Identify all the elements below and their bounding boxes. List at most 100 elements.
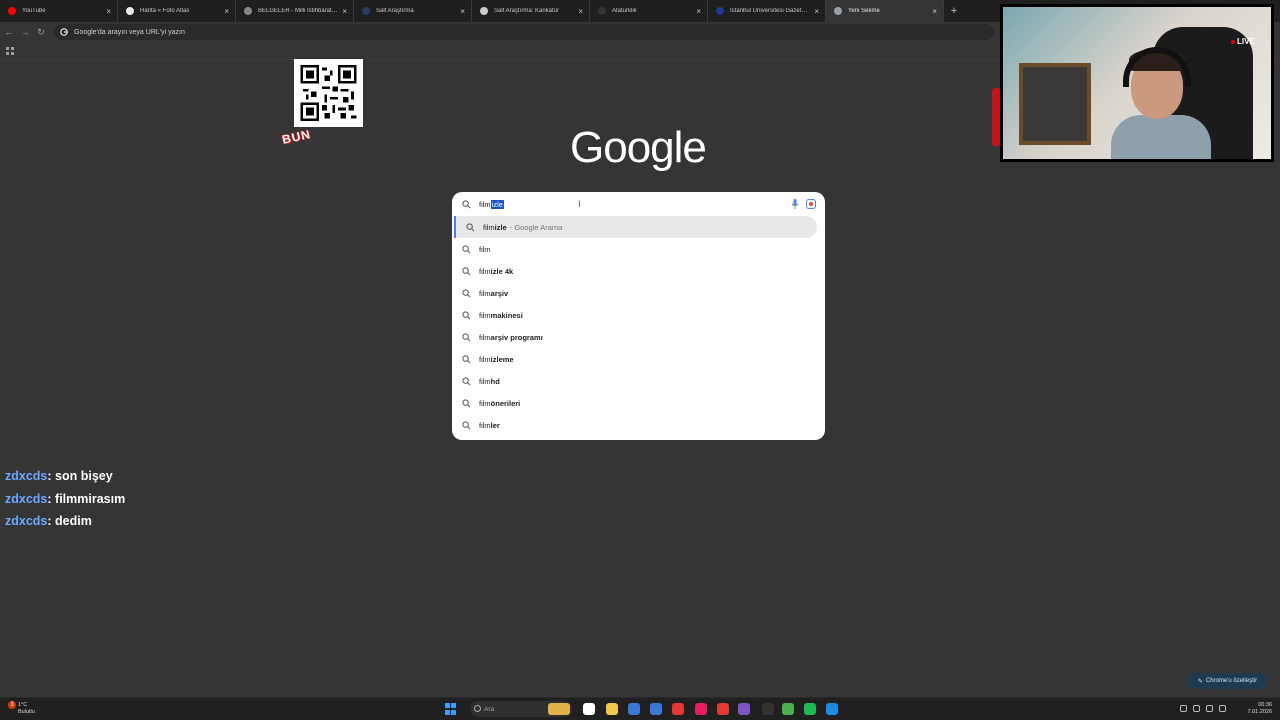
store-icon[interactable] — [628, 703, 640, 715]
weather-temp: 1°C — [18, 702, 28, 708]
tab-close-icon[interactable]: × — [106, 7, 111, 16]
tab-4[interactable]: Salt Araştırma: Karikatür × — [472, 0, 590, 22]
customize-chrome-button[interactable]: ✎ Chrome'u özelleştir — [1188, 673, 1267, 689]
typed-selection: izle — [490, 199, 504, 209]
tab-3[interactable]: Salt Araştırma × — [354, 0, 472, 22]
whatsapp-icon[interactable] — [782, 703, 794, 715]
chat-user: zdxcds — [5, 469, 48, 483]
omnibox-placeholder: Google'da arayın veya URL'yi yazın — [74, 28, 185, 36]
suggestion-item[interactable]: film arşiv programı — [452, 326, 825, 348]
microphone-icon[interactable] — [791, 199, 799, 209]
chalkboard — [1019, 63, 1091, 145]
search-icon — [462, 376, 471, 385]
suggestion-base: film — [479, 266, 491, 276]
tab-title: BELGELER - Milli İstihbarat Teşk — [258, 8, 339, 14]
suggestion-base: film — [483, 222, 495, 232]
steam-icon[interactable] — [826, 703, 838, 715]
reload-icon[interactable]: ↻ — [34, 25, 48, 39]
suggestion-base: film — [479, 376, 491, 386]
tab-close-icon[interactable]: × — [460, 7, 465, 16]
tab-7[interactable]: Yeni Sekme × — [826, 0, 944, 22]
suggestion-base: film — [479, 310, 491, 320]
suggestion-item[interactable]: film arşiv — [452, 282, 825, 304]
tab-close-icon[interactable]: × — [814, 7, 819, 16]
chat-text: : dedim — [47, 514, 92, 528]
file-explorer-icon[interactable] — [606, 703, 618, 715]
search-icon — [462, 398, 471, 407]
suggestion-item[interactable]: film önerileri — [452, 392, 825, 414]
overlay-sticker: BUN — [280, 127, 313, 147]
suggestion-item[interactable]: film hd — [452, 370, 825, 392]
tab-5[interactable]: Ataturklik × — [590, 0, 708, 22]
suggestion-item[interactable]: film izle 4k — [452, 260, 825, 282]
task-view-icon[interactable] — [583, 703, 595, 715]
suggestion-completion: izle — [494, 222, 507, 232]
tab-title: Ataturklik — [612, 8, 637, 14]
pencil-icon: ✎ — [1197, 678, 1203, 685]
search-icon — [462, 266, 471, 275]
suggestion-base: film — [479, 288, 491, 298]
copilot-icon[interactable] — [548, 703, 570, 715]
obs-icon[interactable] — [762, 703, 774, 715]
tab-close-icon[interactable]: × — [696, 7, 701, 16]
weather-widget[interactable]: 3 1°C Bulutlu — [8, 701, 35, 716]
new-tab-icon[interactable]: + — [944, 0, 964, 22]
search-icon — [462, 310, 471, 319]
tab-title: Salt Araştırma: Karikatür — [494, 8, 560, 14]
forward-icon[interactable]: → — [18, 25, 32, 39]
tab-title: Salt Araştırma — [376, 8, 414, 14]
spotify-icon[interactable] — [804, 703, 816, 715]
tab-title: İstanbul Üniversitesi Gazetede — [730, 8, 811, 14]
tab-title: YouTube — [22, 8, 46, 14]
search-icon — [466, 222, 475, 231]
webcam-overlay: LIVE — [1000, 4, 1274, 162]
suggestion-completion: ler — [490, 420, 500, 430]
tab-2[interactable]: BELGELER - Milli İstihbarat Teşk × — [236, 0, 354, 22]
tab-1[interactable]: Harita « Foto Atlas × — [118, 0, 236, 22]
typed-text: film — [479, 199, 491, 209]
tab-close-icon[interactable]: × — [932, 7, 937, 16]
tab-favicon-icon — [362, 7, 370, 15]
tab-0[interactable]: YouTube × — [0, 0, 118, 22]
teams-icon[interactable] — [738, 703, 750, 715]
tab-favicon-icon — [716, 7, 724, 15]
tab-favicon-icon — [126, 7, 134, 15]
system-tray[interactable] — [1180, 705, 1226, 712]
tab-close-icon[interactable]: × — [342, 7, 347, 16]
suggestion-base: film — [479, 398, 491, 408]
suggestion-item[interactable]: film ler — [452, 414, 825, 436]
suggestion-base: film — [479, 420, 491, 430]
chrome-icon[interactable] — [672, 703, 684, 715]
taskbar-search-label: Ara — [484, 705, 495, 713]
tab-favicon-icon — [834, 7, 842, 15]
suggestion-item[interactable]: film — [452, 238, 825, 260]
apps-grid-icon[interactable] — [6, 47, 14, 55]
search-icon — [462, 420, 471, 429]
chat-text: : filmmirasım — [47, 491, 126, 506]
chat-message: zdxcds: filmmirasım — [5, 492, 125, 506]
search-input[interactable]: film izle I — [452, 192, 825, 216]
instagram-icon[interactable] — [695, 703, 707, 715]
suggestion-item[interactable]: film izleme — [452, 348, 825, 370]
search-icon — [462, 288, 471, 297]
chat-user: zdxcds — [5, 514, 48, 528]
chat-user: zdxcds — [5, 491, 48, 506]
tab-close-icon[interactable]: × — [224, 7, 229, 16]
tab-favicon-icon — [244, 7, 252, 15]
suggestion-completion: izleme — [490, 354, 514, 364]
tab-close-icon[interactable]: × — [578, 7, 583, 16]
suggestion-completion: izle 4k — [490, 266, 514, 276]
opera-icon[interactable] — [717, 703, 729, 715]
tab-title: Harita « Foto Atlas — [140, 8, 190, 14]
tab-6[interactable]: İstanbul Üniversitesi Gazetede × — [708, 0, 826, 22]
weather-badge: 3 — [8, 701, 16, 709]
mail-icon[interactable] — [650, 703, 662, 715]
clock[interactable]: 00:36 7.01.2026 — [1248, 702, 1272, 716]
windows-start-icon[interactable] — [445, 703, 457, 715]
omnibox[interactable]: Google'da arayın veya URL'yi yazın — [54, 24, 994, 40]
suggestion-item[interactable]: film izle - Google Arama — [454, 216, 817, 238]
google-lens-icon[interactable] — [806, 199, 816, 209]
back-icon[interactable]: ← — [2, 25, 16, 39]
chat-text: : son bişey — [47, 469, 113, 483]
suggestion-item[interactable]: film makinesi — [452, 304, 825, 326]
